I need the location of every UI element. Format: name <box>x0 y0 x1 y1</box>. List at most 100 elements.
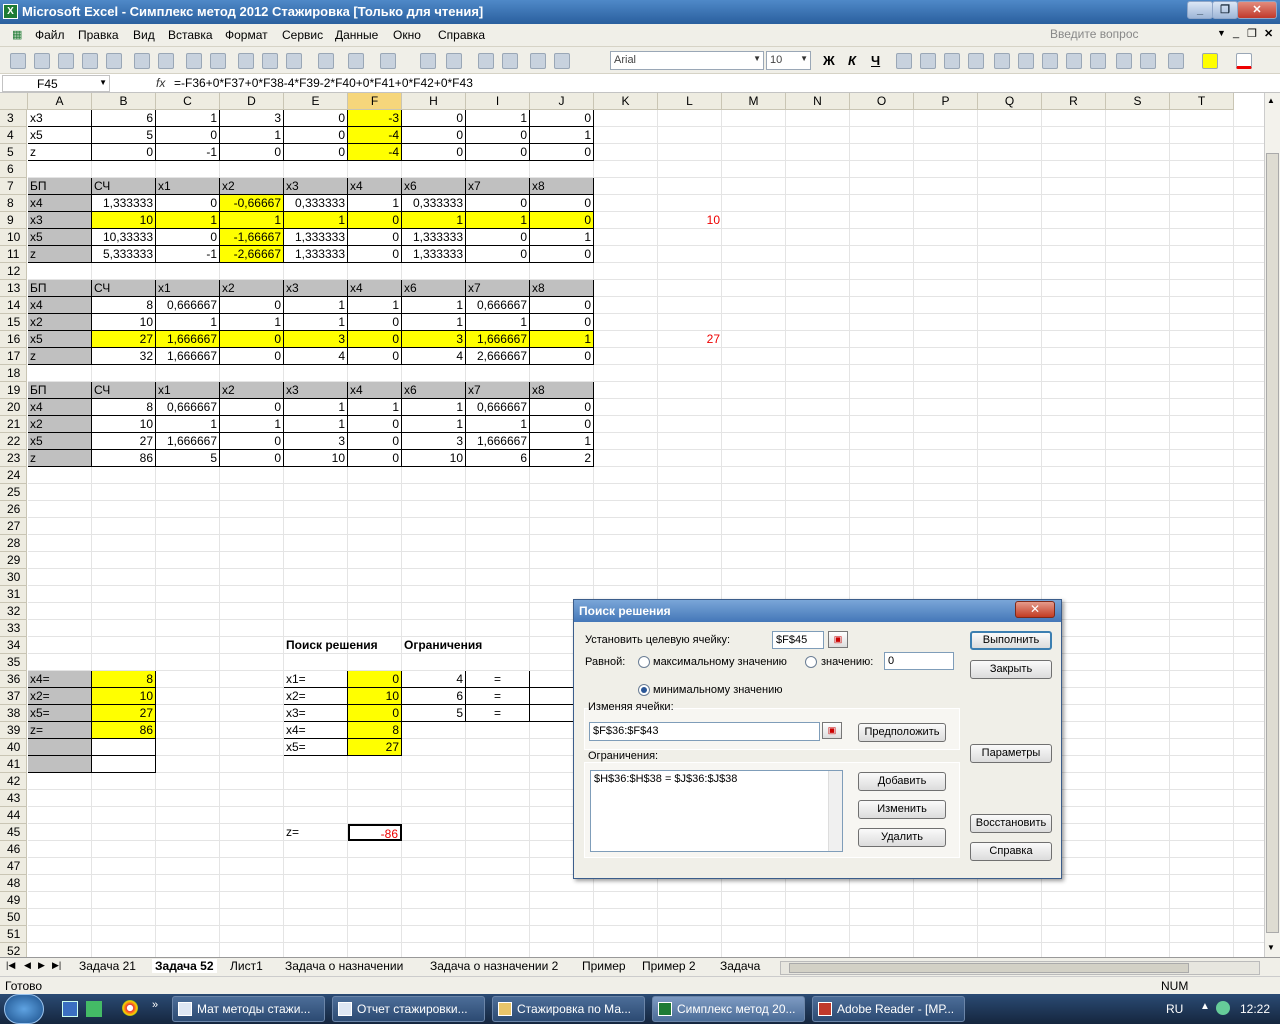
row-header-9[interactable]: 9 <box>0 212 27 229</box>
cell-l9[interactable]: 10 <box>658 212 722 229</box>
cell-f21[interactable]: 0 <box>348 416 402 433</box>
cell-h37[interactable]: 6 <box>402 688 466 705</box>
cell-h4[interactable]: 0 <box>402 127 466 144</box>
ask-question-input[interactable]: Введите вопрос <box>1050 27 1212 44</box>
cell-b37[interactable]: 10 <box>92 688 156 705</box>
cell-j23[interactable]: 2 <box>530 450 594 467</box>
run-button[interactable]: Выполнить <box>970 631 1052 650</box>
changing-ref-icon[interactable]: ▣ <box>822 722 842 739</box>
cell-h10[interactable]: 1,333333 <box>402 229 466 246</box>
column-header-i[interactable]: I <box>466 93 530 110</box>
tab-primer[interactable]: Пример <box>582 959 626 973</box>
cell-f13[interactable]: x4 <box>348 280 402 297</box>
increase-decimal-icon[interactable] <box>1066 53 1082 69</box>
cell-h9[interactable]: 1 <box>402 212 466 229</box>
cut-icon[interactable] <box>238 53 254 69</box>
cell-b13[interactable]: СЧ <box>92 280 156 297</box>
cell-b4[interactable]: 5 <box>92 127 156 144</box>
taskbar-item-folder[interactable]: Стажировка по Ма... <box>492 996 645 1022</box>
cell-a9[interactable]: x3 <box>28 212 92 229</box>
cell-d9[interactable]: 1 <box>220 212 284 229</box>
cell-l16[interactable]: 27 <box>658 331 722 348</box>
column-header-a[interactable]: A <box>28 93 92 110</box>
row-header-19[interactable]: 19 <box>0 382 27 399</box>
cell-j4[interactable]: 1 <box>530 127 594 144</box>
tab-naznachenie[interactable]: Задача о назначении <box>285 959 403 973</box>
cell-h8[interactable]: 0,333333 <box>402 195 466 212</box>
cell-i22[interactable]: 1,666667 <box>466 433 530 450</box>
cell-h17[interactable]: 4 <box>402 348 466 365</box>
cell-i9[interactable]: 1 <box>466 212 530 229</box>
cell-j9[interactable]: 0 <box>530 212 594 229</box>
constraints-list[interactable]: $H$36:$H$38 = $J$36:$J$38 <box>590 770 843 852</box>
start-button[interactable] <box>4 994 44 1024</box>
cell-i38[interactable]: = <box>466 705 530 722</box>
cell-f40[interactable]: 27 <box>348 739 402 756</box>
cell-f39[interactable]: 8 <box>348 722 402 739</box>
row-header-17[interactable]: 17 <box>0 348 27 365</box>
minimize-button[interactable]: _ <box>1187 1 1213 19</box>
cell-h22[interactable]: 3 <box>402 433 466 450</box>
borders-icon[interactable] <box>1168 53 1184 69</box>
cell-e9[interactable]: 1 <box>284 212 348 229</box>
cell-f9[interactable]: 0 <box>348 212 402 229</box>
row-header-39[interactable]: 39 <box>0 722 27 739</box>
paste-icon[interactable] <box>286 53 302 69</box>
row-header-51[interactable]: 51 <box>0 926 27 943</box>
cell-e11[interactable]: 1,333333 <box>284 246 348 263</box>
cell-i4[interactable]: 0 <box>466 127 530 144</box>
cell-a5[interactable]: z <box>28 144 92 161</box>
column-header-h[interactable]: H <box>402 93 466 110</box>
cell-f11[interactable]: 0 <box>348 246 402 263</box>
cell-c22[interactable]: 1,666667 <box>156 433 220 450</box>
row-header-16[interactable]: 16 <box>0 331 27 348</box>
cell-a39[interactable]: z= <box>28 722 92 739</box>
tray-arrow-icon[interactable]: ▲ <box>1200 1001 1210 1012</box>
cell-a16[interactable]: x5 <box>28 331 92 348</box>
cell-b7[interactable]: СЧ <box>92 178 156 195</box>
cell-b21[interactable]: 10 <box>92 416 156 433</box>
cell-d14[interactable]: 0 <box>220 297 284 314</box>
column-header-q[interactable]: Q <box>978 93 1042 110</box>
cell-c20[interactable]: 0,666667 <box>156 399 220 416</box>
row-header-24[interactable]: 24 <box>0 467 27 484</box>
cell-c14[interactable]: 0,666667 <box>156 297 220 314</box>
tab-zadacha-52[interactable]: Задача 52 <box>152 959 217 973</box>
cell-h7[interactable]: x6 <box>402 178 466 195</box>
row-header-52[interactable]: 52 <box>0 943 27 957</box>
cell-e15[interactable]: 1 <box>284 314 348 331</box>
row-header-29[interactable]: 29 <box>0 552 27 569</box>
cell-e5[interactable]: 0 <box>284 144 348 161</box>
cell-j10[interactable]: 1 <box>530 229 594 246</box>
cell-a13[interactable]: БП <box>28 280 92 297</box>
cell-i7[interactable]: x7 <box>466 178 530 195</box>
cell-i37[interactable]: = <box>466 688 530 705</box>
sort-desc-icon[interactable] <box>502 53 518 69</box>
cell-f7[interactable]: x4 <box>348 178 402 195</box>
row-header-49[interactable]: 49 <box>0 892 27 909</box>
cell-f17[interactable]: 0 <box>348 348 402 365</box>
row-header-47[interactable]: 47 <box>0 858 27 875</box>
doc-restore-button[interactable]: ❐ <box>1247 27 1257 40</box>
redo-icon[interactable] <box>380 53 396 69</box>
column-header-j[interactable]: J <box>530 93 594 110</box>
row-header-35[interactable]: 35 <box>0 654 27 671</box>
cell-d21[interactable]: 1 <box>220 416 284 433</box>
cell-e3[interactable]: 0 <box>284 110 348 127</box>
cell-e14[interactable]: 1 <box>284 297 348 314</box>
row-header-38[interactable]: 38 <box>0 705 27 722</box>
cell-c11[interactable]: -1 <box>156 246 220 263</box>
open-icon[interactable] <box>34 53 50 69</box>
chevron-right-icon[interactable]: » <box>152 999 158 1011</box>
cell-a41[interactable] <box>28 756 92 773</box>
target-cell-input[interactable]: $F$45 <box>772 631 824 649</box>
cell-c17[interactable]: 1,666667 <box>156 348 220 365</box>
cell-a11[interactable]: z <box>28 246 92 263</box>
row-header-4[interactable]: 4 <box>0 127 27 144</box>
cell-c23[interactable]: 5 <box>156 450 220 467</box>
changing-cells-input[interactable]: $F$36:$F$43 <box>589 722 820 741</box>
cell-i20[interactable]: 0,666667 <box>466 399 530 416</box>
cell-e37[interactable]: x2= <box>284 688 348 705</box>
cell-a40[interactable] <box>28 739 92 756</box>
row-header-34[interactable]: 34 <box>0 637 27 654</box>
